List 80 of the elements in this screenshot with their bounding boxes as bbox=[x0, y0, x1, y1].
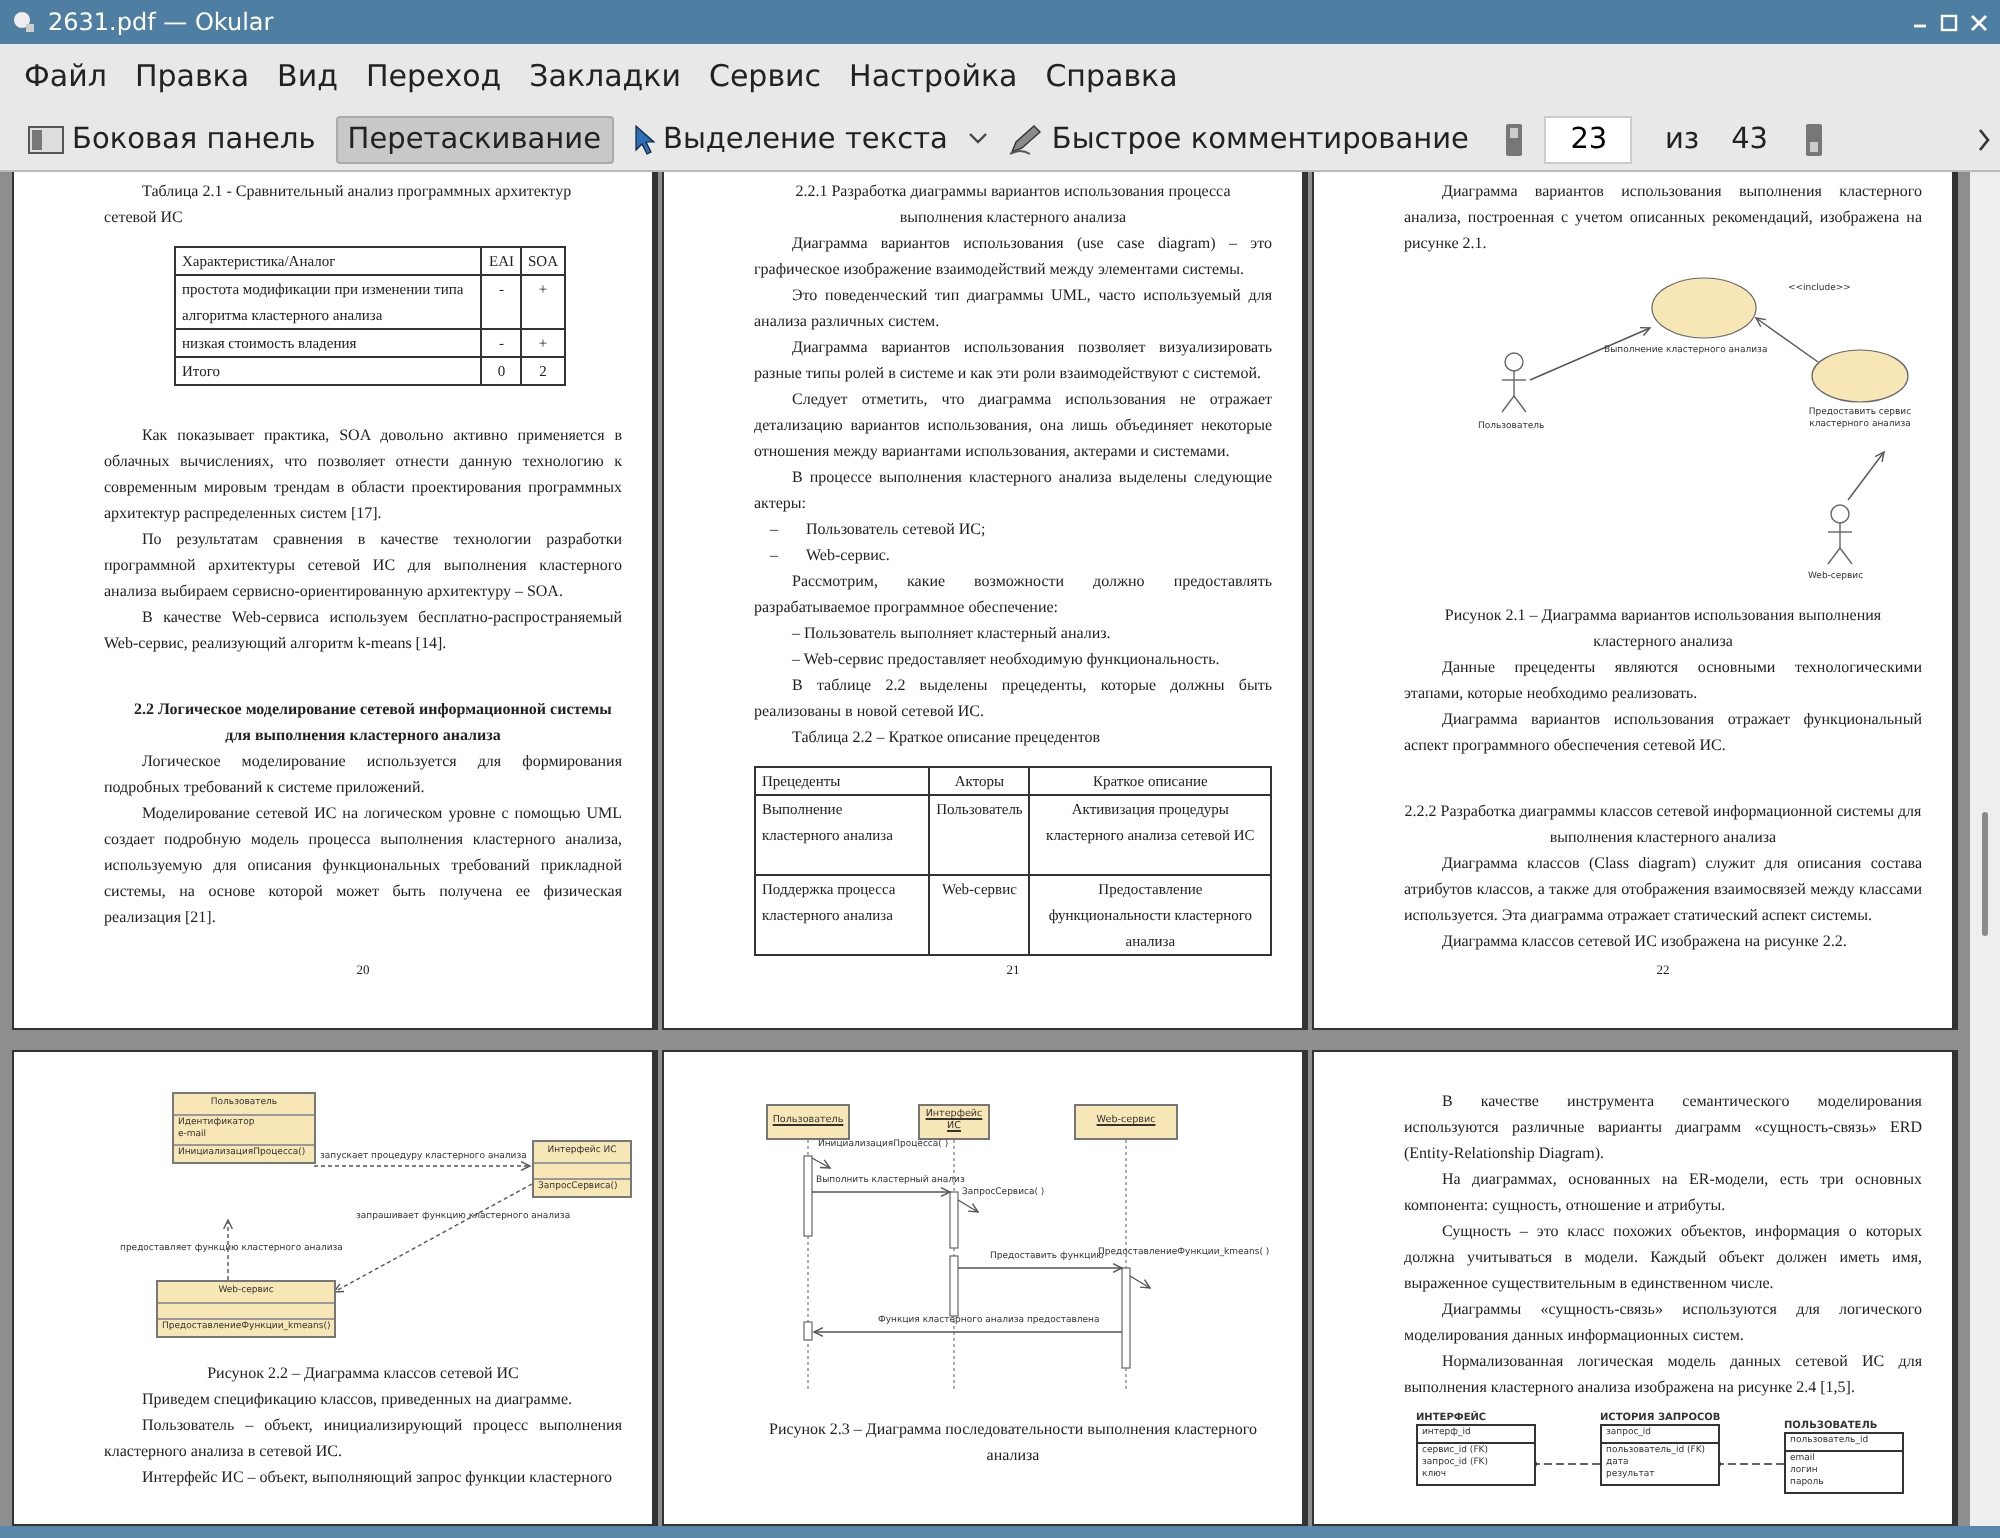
paragraph: Диаграмма вариантов использования позволяет визуализировать разные типы ролей в системе и как эти роли взаимодействуют с системой. bbox=[754, 336, 1272, 386]
app-icon bbox=[12, 10, 36, 34]
paragraph: Рассмотрим, какие возможности должно предоставлять разрабатываемое программное обеспечение: bbox=[754, 570, 1272, 620]
menu-item[interactable]: Справка bbox=[1031, 58, 1192, 94]
actor-figure bbox=[1501, 352, 1527, 413]
paragraph: Пользователь – объект, инициализирующий процесс выполнения кластерного анализа в сетевой ИС. bbox=[104, 1414, 622, 1464]
list-item: Пользователь сетевой ИС; bbox=[806, 518, 986, 542]
menu-item[interactable]: Сервис bbox=[694, 58, 836, 94]
cursor-icon bbox=[633, 123, 655, 155]
paragraph: В качестве Web-сервиса используем бесплатно-распространяемый Web-сервис, реализующий алгоритм k-means [14]. bbox=[104, 606, 622, 656]
menu-item[interactable]: Файл bbox=[10, 58, 121, 94]
activation-bar bbox=[949, 1255, 959, 1317]
section-heading: 2.2 Логическое моделирование сетевой информационной системы для выполнения кластерного анализа bbox=[132, 698, 614, 748]
self-message-arrow bbox=[811, 1157, 832, 1169]
paragraph: Данные прецеденты являются основными технологическими этапами, которые необходимо реализовать. bbox=[1404, 656, 1922, 706]
close-icon[interactable] bbox=[1970, 13, 1988, 31]
next-page-icon[interactable] bbox=[1804, 121, 1825, 157]
use-case-ellipse bbox=[1651, 277, 1757, 339]
message-arrow bbox=[811, 1186, 952, 1198]
table-caption: Таблица 2.2 – Краткое описание прецедентов bbox=[790, 726, 1103, 750]
page-number-field[interactable]: 23 bbox=[1544, 115, 1633, 163]
maximize-icon[interactable] bbox=[1940, 13, 1958, 31]
list-marker: – bbox=[770, 518, 778, 542]
previous-page-icon[interactable] bbox=[1504, 121, 1525, 157]
figure-caption: Рисунок 2.3 – Диаграмма последовательности выполнения кластерного анализа bbox=[767, 1418, 1259, 1468]
subsection-heading: 2.2.1 Разработка диаграммы вариантов использования процесса выполнения кластерного анализа bbox=[793, 180, 1233, 230]
association-arrow bbox=[1847, 450, 1885, 501]
paragraph: Как показывает практика, SOA довольно активно применяется в облачных вычислениях, что позволяет отнести данную технологию к современным мировым трендам в области проектирования программных архитектур распределенных систем [17]. bbox=[104, 424, 622, 526]
activation-bar bbox=[949, 1191, 959, 1249]
pen-icon bbox=[1007, 123, 1044, 155]
figure-caption: Рисунок 2.2 – Диаграмма классов сетевой ИС bbox=[205, 1362, 521, 1386]
toolbar-button[interactable]: Быстрое комментирование bbox=[995, 115, 1481, 163]
subsection-heading: 2.2.2 Разработка диаграммы классов сетевой информационной системы для выполнения кластерного анализа bbox=[1404, 800, 1922, 850]
paragraph: В качестве инструмента семантического моделирования используются различные варианты диаграмм «сущность-связь» ERD (Entity-Relationship Diagram). bbox=[1404, 1090, 1922, 1166]
window-title: 2631.pdf — Okular bbox=[48, 8, 274, 36]
paragraph: Интерфейс ИС – объект, выполняющий запрос функции кластерного bbox=[140, 1466, 615, 1490]
toolbar-button[interactable]: Выделение текста bbox=[621, 115, 960, 163]
menu-item[interactable]: Правка bbox=[120, 58, 264, 94]
scrollbar[interactable] bbox=[1970, 172, 2000, 1526]
activation-bar bbox=[1121, 1267, 1131, 1369]
self-message-arrow bbox=[957, 1199, 980, 1213]
menu-item[interactable]: Вид bbox=[263, 58, 352, 94]
paragraph: Диаграмма вариантов использования выполнения кластерного анализа, построенная с учетом описанных рекомендаций, изображена на рисунке 2.1. bbox=[1404, 180, 1922, 256]
paragraph: Сущность – это класс похожих объектов, информация о которых должна учитываться в модели. Каждый объект должен иметь имя, выраженное существительным в единственном числе. bbox=[1404, 1220, 1922, 1296]
sidebar-icon bbox=[28, 125, 64, 153]
use-case-ellipse bbox=[1811, 349, 1909, 403]
paragraph: Нормализованная логическая модель данных сетевой ИС для выполнения кластерного анализа изображена на рисунке 2.4 [1,5]. bbox=[1404, 1350, 1922, 1400]
dropdown-caret-icon[interactable] bbox=[967, 132, 988, 146]
paragraph: Это поведенческий тип диаграммы UML, часто используемый для анализа различных систем. bbox=[754, 284, 1272, 334]
figure-caption: Рисунок 2.1 – Диаграмма вариантов использования выполнения кластерного анализа bbox=[1442, 604, 1884, 654]
menu-item[interactable]: Переход bbox=[351, 58, 516, 94]
paragraph: Диаграмма вариантов использования (use case diagram) – это графическое изображение взаимодействий между элементами системы. bbox=[754, 232, 1272, 282]
paragraph: Приведем спецификацию классов, приведенных на диаграмме. bbox=[140, 1388, 575, 1412]
paragraph: В процессе выполнения кластерного анализа выделены следующие актеры: bbox=[754, 466, 1272, 516]
paragraph: По результатам сравнения в качестве технологии разработки программной архитектуры сетевой ИС для выполнения кластерного анализа выбираем сервисно-ориентированную архитектуру – SOA. bbox=[104, 528, 622, 604]
paragraph: Моделирование сетевой ИС на логическом уровне с помощью UML создает подробную модель процесса выполнения кластерного анализа, используемую для описания функциональных требований прикладной системы, на основе которой может быть получена ее физическая реализация [21]. bbox=[104, 802, 622, 930]
paragraph: Диаграмма вариантов использования отражает функциональный аспект программного обеспечения сетевой ИС. bbox=[1404, 708, 1922, 758]
paragraph: Диаграмма классов сетевой ИС изображена на рисунке 2.2. bbox=[1440, 930, 1849, 954]
paragraph: В таблице 2.2 выделены прецеденты, которые должны быть реализованы в новой сетевой ИС. bbox=[754, 674, 1272, 724]
page-of-label: из bbox=[1662, 123, 1702, 155]
paragraph: На диаграммах, основанных на ER-модели, есть три основных компонента: сущность, отношение и атрибуты. bbox=[1404, 1168, 1922, 1218]
menu-item[interactable]: Настройка bbox=[835, 58, 1032, 94]
more-chevron-icon[interactable] bbox=[1976, 127, 1992, 151]
toolbar-button[interactable]: Боковая панель bbox=[16, 115, 328, 163]
toolbar-button[interactable]: Перетаскивание bbox=[335, 115, 613, 163]
activation-bar bbox=[803, 1321, 813, 1341]
activation-bar bbox=[803, 1155, 813, 1237]
actor-figure bbox=[1827, 504, 1853, 565]
menu-item[interactable]: Закладки bbox=[515, 58, 695, 94]
paragraph: – Пользователь выполняет кластерный анализ. bbox=[790, 622, 1113, 646]
paragraph: Диаграмма классов (Class diagram) служит для описания состава атрибутов классов, а также для отображения взаимосвязей между классами используется. Эта диаграмма отражает статический аспект системы. bbox=[1404, 852, 1922, 928]
list-item: Web-сервис. bbox=[806, 544, 890, 568]
paragraph: Диаграммы «сущность-связь» используются для логического моделирования данных информационных систем. bbox=[1404, 1298, 1922, 1348]
paragraph: Следует отметить, что диаграмма использования не отражает детализацию вариантов использования, она лишь объединяет некоторые отношения между вариантами использования, актерами и системами. bbox=[754, 388, 1272, 464]
table-caption: Таблица 2.1 - Сравнительный анализ программных архитектур сетевой ИС bbox=[104, 180, 574, 230]
paragraph: Логическое моделирование используется для формирования подробных требований к системе приложений. bbox=[104, 750, 622, 800]
page-total: 43 bbox=[1729, 123, 1771, 155]
list-marker: – bbox=[770, 544, 778, 568]
self-message-arrow bbox=[1129, 1275, 1152, 1289]
paragraph: – Web-сервис предоставляет необходимую функциональность. bbox=[790, 648, 1222, 672]
